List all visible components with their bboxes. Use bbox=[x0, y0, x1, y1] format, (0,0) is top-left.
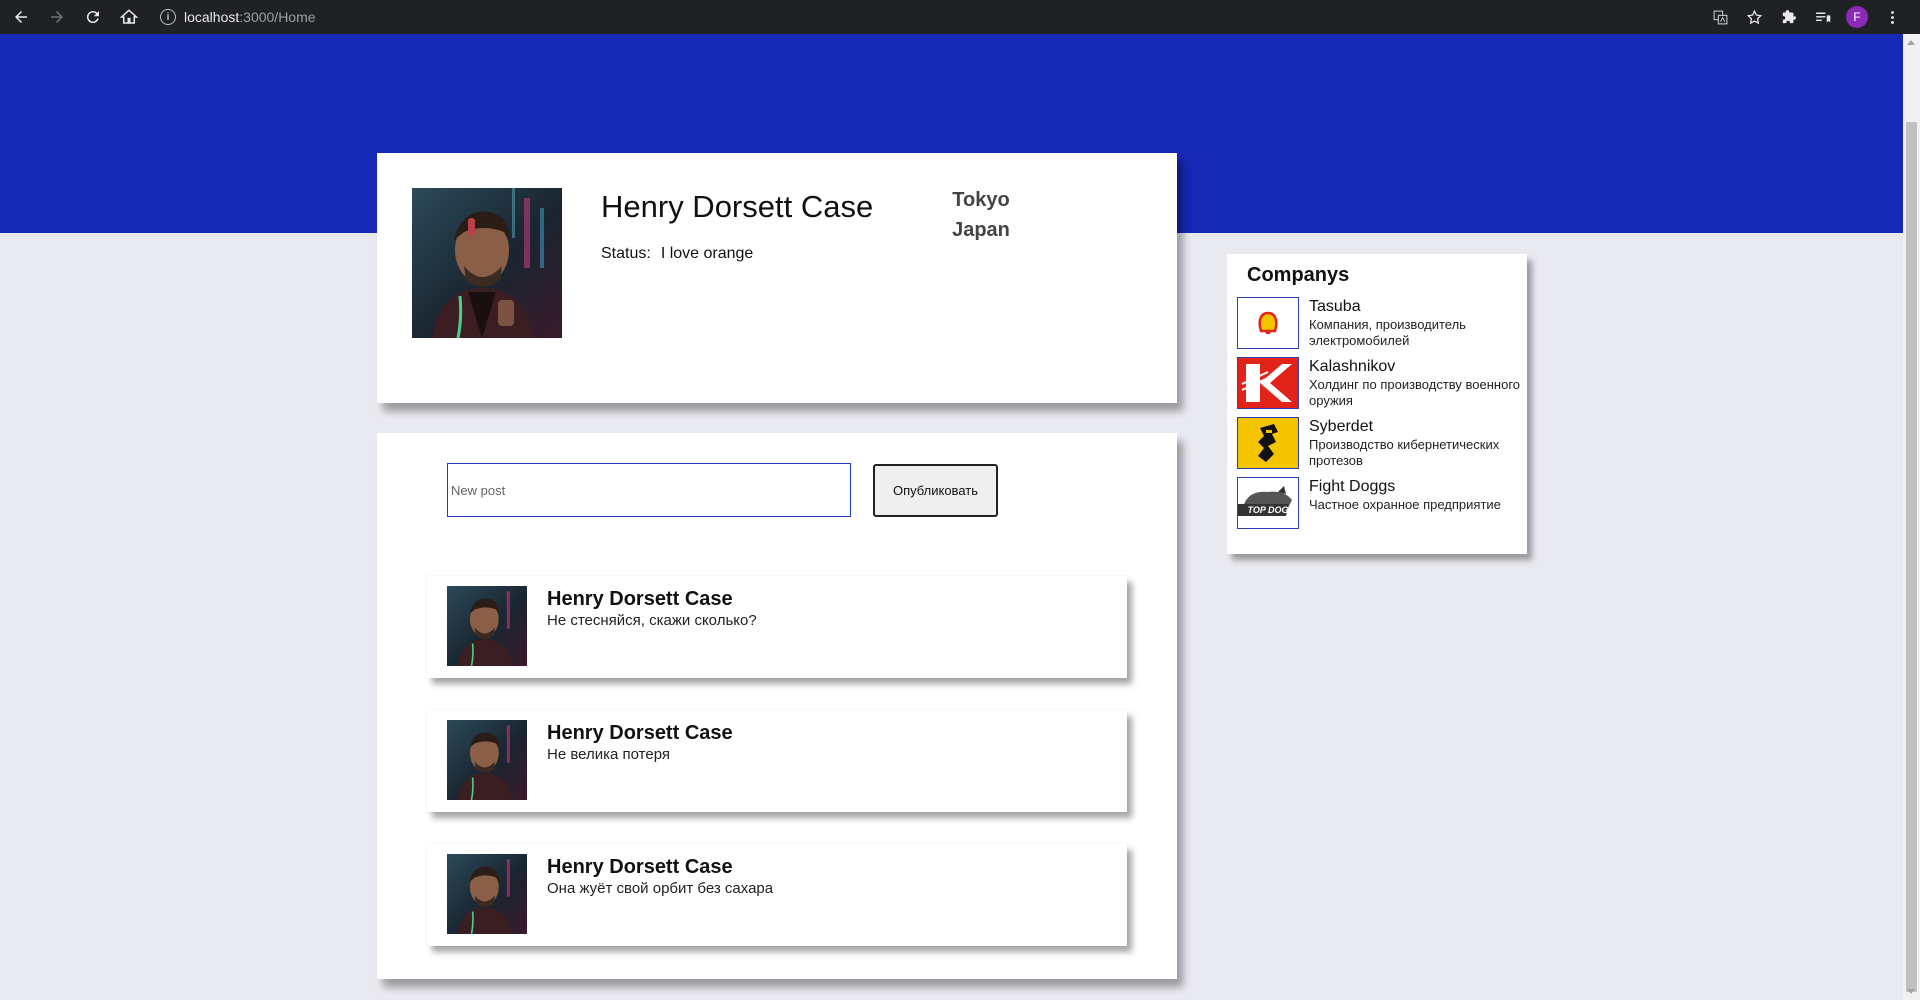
svg-text:TOP DOG: TOP DOG bbox=[1247, 505, 1288, 515]
post-author-avatar bbox=[447, 720, 527, 800]
address-bar[interactable]: i localhost:3000/Home bbox=[160, 4, 316, 30]
post-author: Henry Dorsett Case bbox=[547, 722, 733, 744]
kalashnikov-k-logo-icon bbox=[1238, 358, 1298, 408]
companies-card: Companys Tasuba Компания, производитель … bbox=[1227, 254, 1527, 554]
company-logo bbox=[1237, 417, 1299, 469]
page-viewport: Henry Dorsett Case Status: I love orange … bbox=[0, 34, 1903, 1000]
company-description: Холдинг по производству военного оружия bbox=[1309, 377, 1521, 408]
company-item[interactable]: Tasuba Компания, производитель электромо… bbox=[1237, 297, 1522, 349]
post-text: Не стесняйся, скажи сколько? bbox=[547, 612, 757, 629]
bookmark-button[interactable] bbox=[1744, 7, 1764, 27]
profile-location: Tokyo Japan bbox=[933, 185, 1029, 245]
reading-list-icon bbox=[1815, 12, 1830, 22]
url-host: localhost bbox=[184, 9, 240, 25]
company-logo bbox=[1237, 297, 1299, 349]
company-logo bbox=[1237, 357, 1299, 409]
post-author: Henry Dorsett Case bbox=[547, 588, 733, 610]
company-name: Syberdet bbox=[1309, 418, 1374, 435]
browser-toolbar: i localhost:3000/Home F bbox=[0, 0, 1920, 34]
home-button[interactable] bbox=[114, 2, 144, 32]
extensions-button[interactable] bbox=[1778, 7, 1798, 27]
company-item[interactable]: Kalashnikov Холдинг по производству воен… bbox=[1237, 357, 1522, 409]
profile-name: Henry Dorsett Case bbox=[601, 189, 874, 224]
company-name: Tasuba bbox=[1309, 298, 1361, 315]
profile-avatar-button[interactable]: F bbox=[1846, 6, 1868, 28]
star-icon bbox=[1746, 9, 1762, 24]
post-text: Она жуёт свой орбит без сахара bbox=[547, 880, 774, 897]
reload-icon bbox=[86, 11, 99, 24]
post-item: Henry Dorsett Case Не стесняйся, скажи с… bbox=[427, 576, 1127, 678]
company-item[interactable]: Syberdet Производство кибернетических пр… bbox=[1237, 417, 1522, 469]
posts-card: Опубликовать Henry Dorsett Case Не стесн… bbox=[377, 433, 1177, 979]
profile-card: Henry Dorsett Case Status: I love orange … bbox=[377, 153, 1177, 403]
post-author-avatar bbox=[447, 586, 527, 666]
post-item: Henry Dorsett Case Не велика потеря bbox=[427, 710, 1127, 812]
profile-status: Status: I love orange bbox=[601, 245, 753, 263]
publish-button[interactable]: Опубликовать bbox=[873, 464, 998, 517]
company-description: Производство кибернетических протезов bbox=[1309, 437, 1500, 468]
new-post-input[interactable] bbox=[447, 463, 851, 517]
status-value: I love orange bbox=[660, 245, 754, 262]
profile-city: Tokyo bbox=[952, 189, 1010, 211]
post-author: Henry Dorsett Case bbox=[547, 856, 733, 878]
top-dog-logo-icon: TOP DOG bbox=[1238, 486, 1292, 516]
company-description: Компания, производитель электромобилей bbox=[1309, 317, 1466, 348]
back-button[interactable] bbox=[6, 2, 36, 32]
reading-list-button[interactable] bbox=[1812, 7, 1832, 27]
scroll-up-arrow-icon[interactable] bbox=[1907, 40, 1915, 45]
profile-photo bbox=[412, 188, 562, 338]
page-scrollbar[interactable] bbox=[1903, 34, 1920, 1000]
company-item[interactable]: TOP DOG Fight Doggs Частное охранное пре… bbox=[1237, 477, 1522, 529]
scroll-down-arrow-icon[interactable] bbox=[1907, 989, 1915, 994]
status-label: Status: bbox=[601, 245, 651, 262]
company-name: Kalashnikov bbox=[1309, 358, 1396, 375]
post-author-avatar bbox=[447, 854, 527, 934]
kebab-menu-icon bbox=[1890, 10, 1894, 24]
puzzle-icon bbox=[1782, 9, 1796, 23]
url-path: :3000/Home bbox=[239, 9, 316, 25]
toolbar-actions: F bbox=[1710, 0, 1902, 34]
reload-button[interactable] bbox=[78, 2, 108, 32]
profile-country: Japan bbox=[952, 219, 1010, 241]
post-text: Не велика потеря bbox=[547, 746, 670, 763]
scrollbar-thumb[interactable] bbox=[1906, 122, 1917, 992]
browser-menu-button[interactable] bbox=[1882, 7, 1902, 27]
syberdet-logo-icon bbox=[1238, 418, 1298, 468]
site-info-icon[interactable]: i bbox=[160, 9, 176, 25]
translate-button[interactable] bbox=[1710, 7, 1730, 27]
company-logo: TOP DOG bbox=[1237, 477, 1299, 529]
company-description: Частное охранное предприятие bbox=[1309, 497, 1501, 512]
arrow-right-icon bbox=[51, 11, 63, 23]
company-name: Fight Doggs bbox=[1309, 478, 1396, 495]
shell-logo-icon bbox=[1258, 311, 1278, 334]
translate-icon bbox=[1713, 10, 1727, 24]
companies-title: Companys bbox=[1247, 264, 1350, 286]
post-item: Henry Dorsett Case Она жуёт свой орбит б… bbox=[427, 844, 1127, 946]
home-icon bbox=[120, 9, 138, 24]
forward-button[interactable] bbox=[42, 2, 72, 32]
arrow-left-icon bbox=[15, 11, 27, 23]
